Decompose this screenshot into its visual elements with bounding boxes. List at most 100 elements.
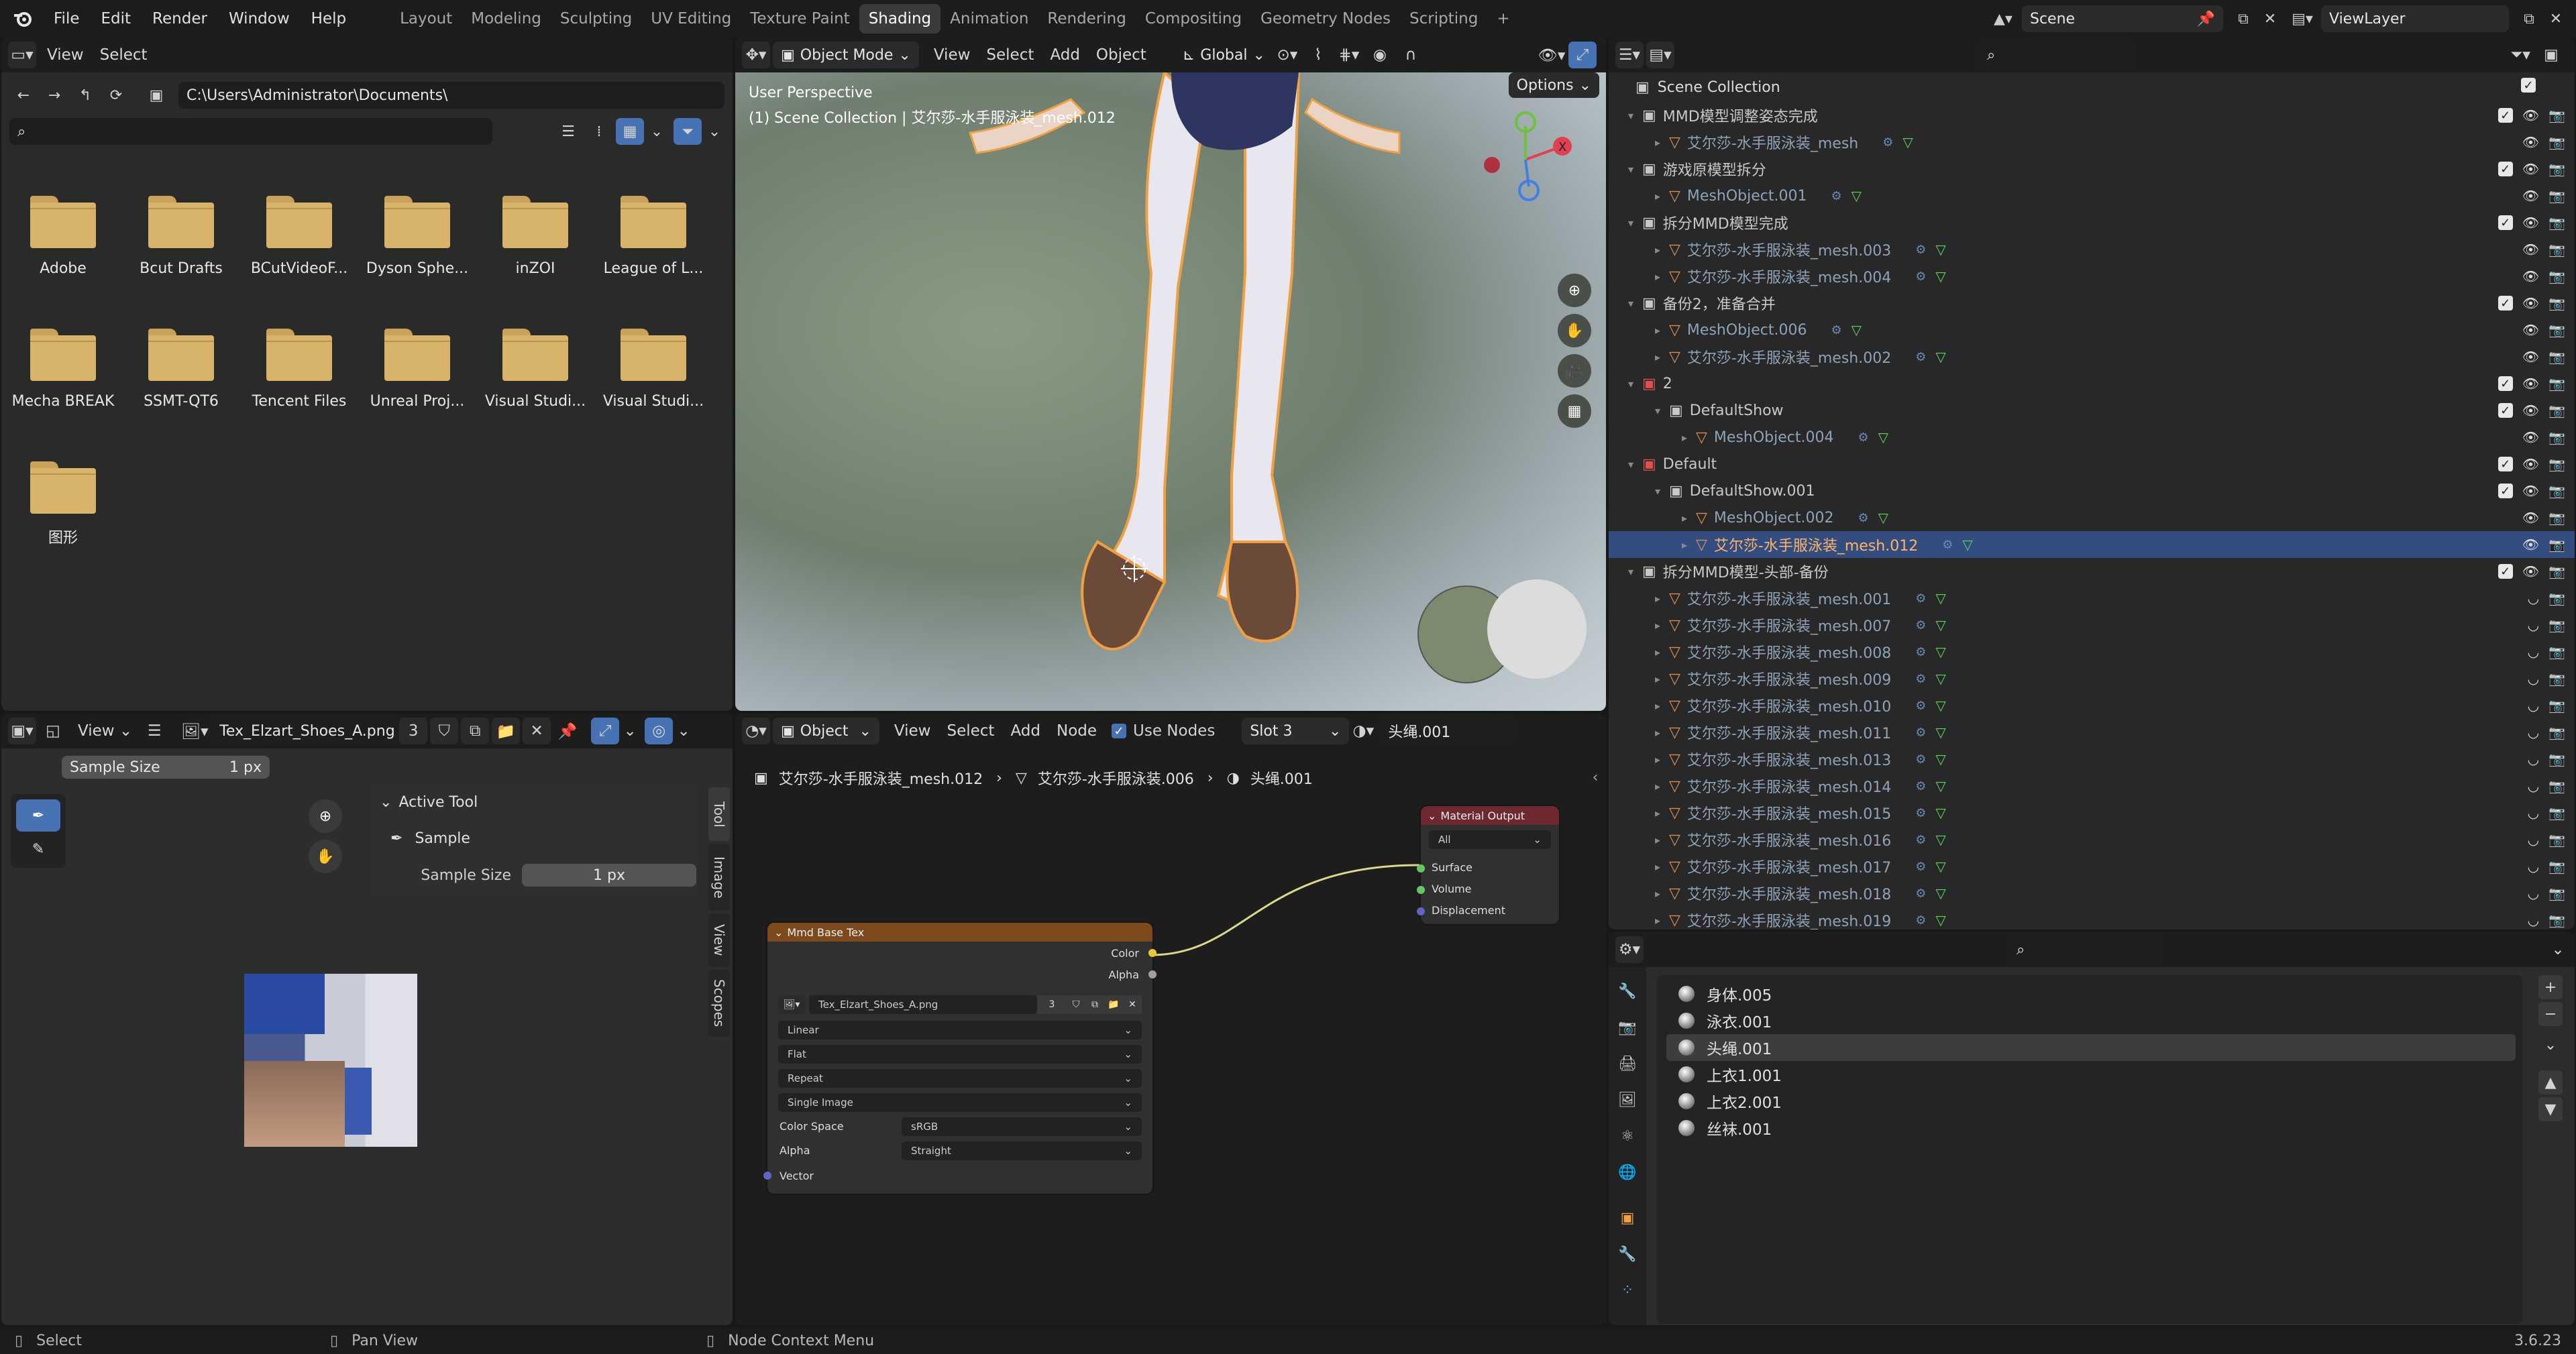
expand-toggle-icon[interactable]: ▾ bbox=[1650, 404, 1665, 417]
view-layer-tab-icon[interactable]: 🖼 bbox=[1614, 1086, 1641, 1113]
visibility-eye-icon[interactable]: 👁 bbox=[2522, 322, 2539, 338]
outliner-object-row[interactable]: ▸ ▽ 艾尔莎-水手服泳装_mesh.004 ⚙ ▽ 👁 📷 bbox=[1609, 263, 2575, 290]
overlay-toggle-icon[interactable]: ◎ bbox=[645, 718, 674, 744]
parent-dir-icon[interactable]: ↰ bbox=[71, 82, 99, 109]
mesh-data-icon[interactable]: ▽ bbox=[1851, 322, 1862, 338]
output-color-socket[interactable] bbox=[1148, 949, 1157, 957]
mesh-data-icon[interactable]: ▽ bbox=[1935, 697, 1945, 714]
modifier-icon[interactable]: ⚙ bbox=[1915, 806, 1926, 820]
properties-editor-type-icon[interactable]: ⚙▾ bbox=[1615, 936, 1644, 963]
menu-edit[interactable]: Edit bbox=[91, 10, 142, 27]
modifier-icon[interactable]: ⚙ bbox=[1915, 752, 1926, 767]
outliner-object-row[interactable]: ▸ ▽ 艾尔莎-水手服泳装_mesh.007 ⚙ ▽ ◡ 📷 bbox=[1609, 612, 2575, 638]
outliner-object-row[interactable]: ▸ ▽ MeshObject.001 ⚙ ▽ 👁 📷 bbox=[1609, 182, 2575, 209]
scene-selector[interactable]: Scene 📌 bbox=[2022, 5, 2223, 32]
outliner-object-row[interactable]: ▸ ▽ 艾尔莎-水手服泳装_mesh.018 ⚙ ▽ ◡ 📷 bbox=[1609, 880, 2575, 907]
material-slot-item[interactable]: 丝袜.001 bbox=[1666, 1115, 2516, 1141]
new-folder-icon[interactable]: ▣ bbox=[142, 82, 170, 109]
mesh-data-icon[interactable]: ▽ bbox=[1878, 429, 1888, 445]
visibility-eye-icon[interactable]: 👁 bbox=[2522, 349, 2539, 365]
outliner-object-row[interactable]: ▸ ▽ 艾尔莎-水手服泳装_mesh.015 ⚙ ▽ ◡ 📷 bbox=[1609, 799, 2575, 826]
visibility-eye-icon[interactable]: ◡ bbox=[2528, 751, 2539, 767]
node-image-users[interactable]: 3 bbox=[1037, 995, 1067, 1014]
outliner-collection-row[interactable]: ▾ ▣ Default ✓ 👁 📷 bbox=[1609, 451, 2575, 477]
gizmo-toggle-icon[interactable]: ⤢ bbox=[1568, 42, 1597, 68]
outliner-filter-icon[interactable]: ⏷▾ bbox=[2506, 42, 2534, 68]
outliner-object-row[interactable]: ▸ ▽ 艾尔莎-水手服泳装_mesh.016 ⚙ ▽ ◡ 📷 bbox=[1609, 826, 2575, 853]
expand-toggle-icon[interactable]: ▸ bbox=[1650, 834, 1665, 846]
render-camera-icon[interactable]: 📷 bbox=[2548, 885, 2565, 901]
folder-item[interactable]: League of L... bbox=[600, 196, 707, 277]
modifier-icon[interactable]: ⚙ bbox=[1915, 913, 1926, 927]
visibility-eye-icon[interactable]: ◡ bbox=[2528, 912, 2539, 928]
outliner-collection-row[interactable]: ▾ ▣ DefaultShow.001 ✓ 👁 📷 bbox=[1609, 477, 2575, 504]
render-camera-icon[interactable]: 📷 bbox=[2548, 188, 2565, 204]
navigation-gizmo[interactable]: X bbox=[1465, 99, 1586, 207]
mesh-data-icon[interactable]: ▽ bbox=[1935, 617, 1945, 633]
expand-toggle-icon[interactable]: ▸ bbox=[1650, 673, 1665, 685]
expand-toggle-icon[interactable]: ▸ bbox=[1650, 887, 1665, 900]
image-editor-type-icon[interactable]: ▣▾ bbox=[8, 718, 36, 744]
expand-toggle-icon[interactable]: ▸ bbox=[1650, 780, 1665, 793]
remove-viewlayer-icon[interactable]: ✕ bbox=[2542, 5, 2569, 32]
annotate-tool-icon[interactable]: ✎ bbox=[16, 833, 60, 865]
mesh-data-icon[interactable]: ▽ bbox=[1935, 724, 1945, 740]
pin-icon[interactable]: 📌 bbox=[2197, 11, 2215, 27]
interpolation-dropdown[interactable]: Linear ⌄ bbox=[778, 1021, 1142, 1039]
outliner-object-row[interactable]: ▸ ▽ 艾尔莎-水手服泳装_mesh.009 ⚙ ▽ ◡ 📷 bbox=[1609, 665, 2575, 692]
render-camera-icon[interactable]: 📷 bbox=[2548, 671, 2565, 687]
viewport-editor-type-icon[interactable]: ✥▾ bbox=[742, 42, 770, 68]
surface-input-socket[interactable] bbox=[1417, 864, 1425, 872]
render-camera-icon[interactable]: 📷 bbox=[2548, 402, 2565, 418]
material-slot-item[interactable]: 泳衣.001 bbox=[1666, 1007, 2516, 1034]
remove-slot-icon[interactable]: − bbox=[2538, 1002, 2563, 1026]
outliner-object-row[interactable]: ▸ ▽ MeshObject.004 ⚙ ▽ 👁 📷 bbox=[1609, 424, 2575, 451]
slot-selector[interactable]: Slot 3 ⌄ bbox=[1242, 718, 1350, 744]
sidebar-tab-tool[interactable]: Tool bbox=[708, 787, 730, 841]
texture-node-header[interactable]: ⌄ Mmd Base Tex bbox=[767, 923, 1152, 942]
active-tool-panel-header[interactable]: ⌄ Active Tool bbox=[380, 794, 478, 811]
visibility-eye-icon[interactable]: 👁 bbox=[2522, 295, 2539, 311]
mesh-data-icon[interactable]: ▽ bbox=[1935, 241, 1945, 258]
mesh-data-icon[interactable]: ▽ bbox=[1935, 885, 1945, 901]
add-slot-icon[interactable]: + bbox=[2538, 975, 2563, 999]
modifier-icon[interactable]: ⚙ bbox=[1915, 618, 1926, 632]
visibility-eye-icon[interactable]: 👁 bbox=[2522, 429, 2539, 445]
outliner-object-row[interactable]: ▸ ▽ 艾尔莎-水手服泳装_mesh.001 ⚙ ▽ ◡ 📷 bbox=[1609, 585, 2575, 612]
outliner-object-row[interactable]: ▸ ▽ 艾尔莎-水手服泳装_mesh.019 ⚙ ▽ ◡ 📷 bbox=[1609, 907, 2575, 930]
outliner-object-row[interactable]: ▸ ▽ 艾尔莎-水手服泳装_mesh.003 ⚙ ▽ 👁 📷 bbox=[1609, 236, 2575, 263]
node-fake-user-icon[interactable]: ⛉ bbox=[1067, 995, 1085, 1014]
sample-size-sidebar-field[interactable]: 1 px bbox=[522, 864, 696, 887]
render-camera-icon[interactable]: 📷 bbox=[2548, 107, 2565, 123]
visibility-eye-icon[interactable]: 👁 bbox=[2522, 402, 2539, 418]
folder-item[interactable]: Dyson Sphe... bbox=[364, 196, 471, 277]
expand-toggle-icon[interactable]: ▸ bbox=[1650, 270, 1665, 283]
node-unlink-icon[interactable]: ✕ bbox=[1123, 995, 1142, 1014]
expand-toggle-icon[interactable]: ▸ bbox=[1650, 190, 1665, 203]
new-viewlayer-icon[interactable]: ⧉ bbox=[2516, 5, 2542, 32]
modifier-icon[interactable]: ⚙ bbox=[1915, 672, 1926, 686]
render-camera-icon[interactable]: 📷 bbox=[2548, 805, 2565, 821]
workspace-tab-texture-paint[interactable]: Texture Paint bbox=[741, 4, 859, 34]
viewport-menu-view[interactable]: View bbox=[926, 46, 979, 64]
viewlayer-icon[interactable]: ▤▾ bbox=[2284, 5, 2321, 32]
outliner-collection-row[interactable]: ▾ ▣ 备份2，准备合并 ✓ 👁 📷 bbox=[1609, 290, 2575, 317]
viewport-menu-object[interactable]: Object bbox=[1088, 46, 1155, 64]
mesh-data-icon[interactable]: ▽ bbox=[1935, 349, 1945, 365]
texture-preview[interactable] bbox=[244, 974, 417, 1147]
expand-toggle-icon[interactable]: ▸ bbox=[1677, 512, 1692, 524]
outliner-collection-row[interactable]: ▾ ▣ 拆分MMD模型完成 ✓ 👁 📷 bbox=[1609, 209, 2575, 236]
modifier-icon[interactable]: ⚙ bbox=[1915, 779, 1926, 793]
expand-toggle-icon[interactable]: ▸ bbox=[1650, 807, 1665, 820]
pin-image-icon[interactable]: 📌 bbox=[553, 718, 582, 744]
file-menu-select[interactable]: Select bbox=[92, 46, 156, 64]
viewlayer-selector[interactable]: ViewLayer bbox=[2321, 5, 2509, 32]
outliner-object-row[interactable]: ▸ ▽ 艾尔莎-水手服泳装_mesh.013 ⚙ ▽ ◡ 📷 bbox=[1609, 746, 2575, 773]
modifier-icon[interactable]: ⚙ bbox=[1858, 431, 1868, 445]
back-arrow-icon[interactable]: ← bbox=[9, 82, 38, 109]
zoom-icon[interactable]: ⊕ bbox=[1558, 274, 1591, 307]
image-name-field[interactable]: Tex_Elzart_Shoes_A.png bbox=[211, 718, 400, 744]
exclude-checkbox[interactable]: ✓ bbox=[2498, 215, 2513, 230]
display-options-chevron-icon[interactable]: ⌄ bbox=[647, 123, 667, 140]
render-camera-icon[interactable]: 📷 bbox=[2548, 832, 2565, 848]
